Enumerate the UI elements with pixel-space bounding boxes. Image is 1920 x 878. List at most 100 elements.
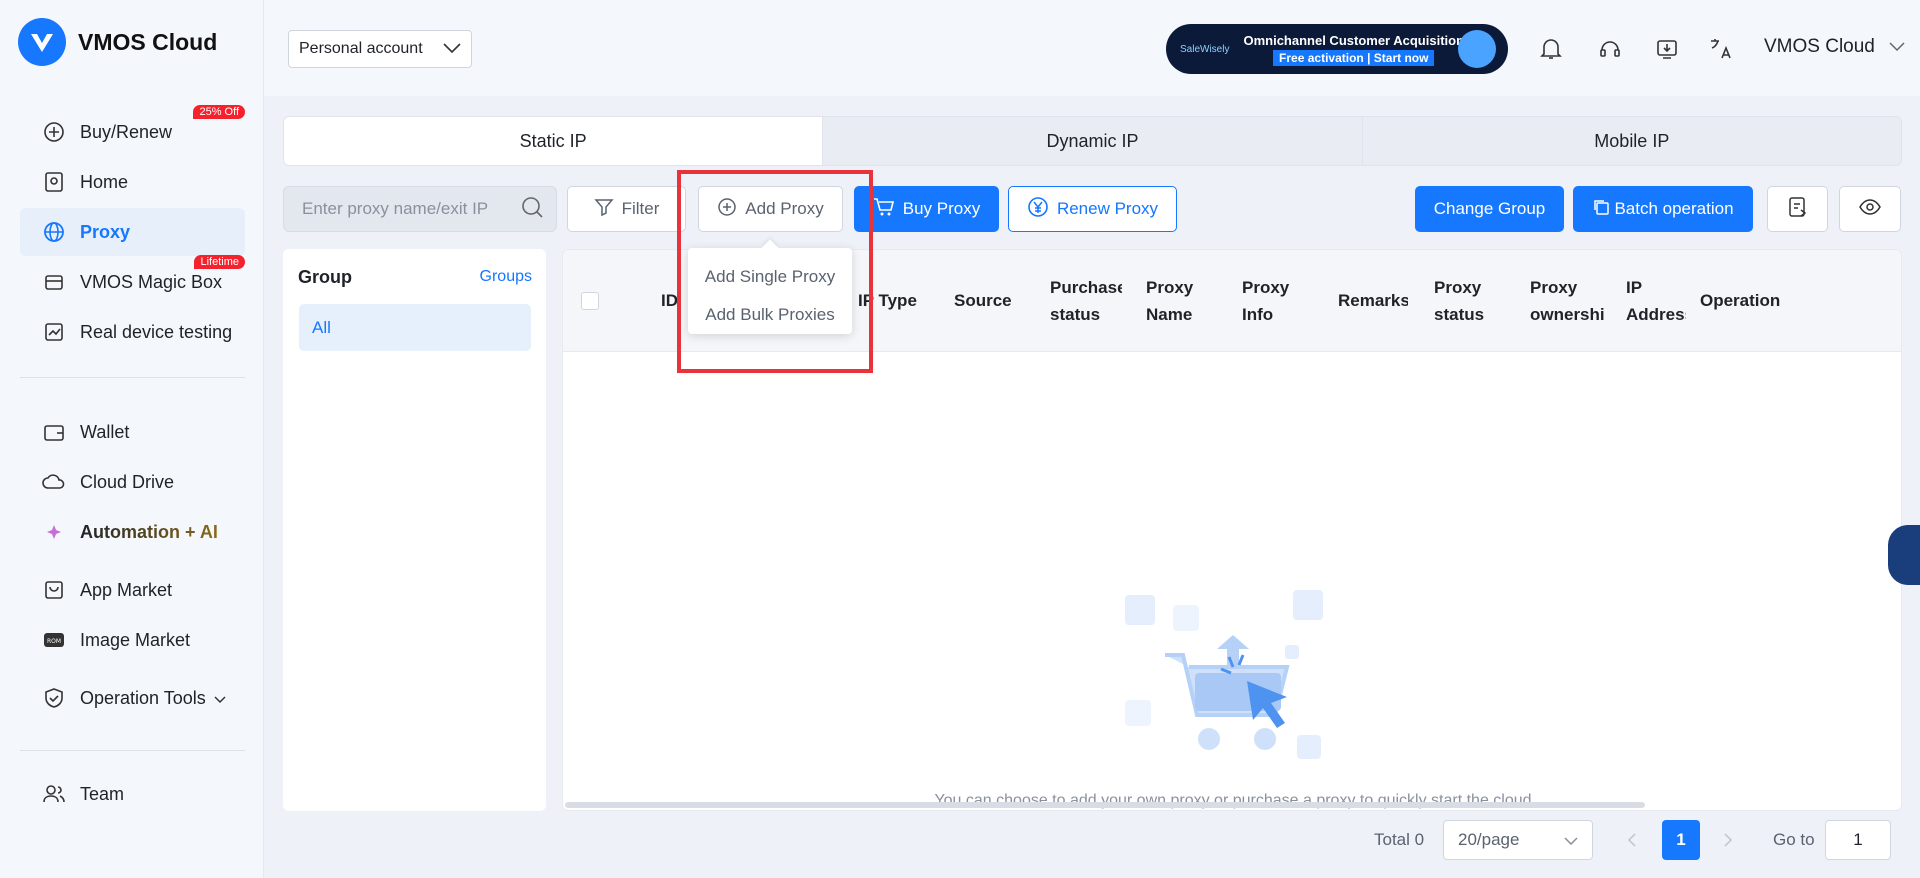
sidebar-item-label: Image Market (80, 629, 191, 650)
sidebar-item-image-market[interactable]: ROM Image Market (20, 616, 245, 664)
user-menu[interactable]: VMOS Cloud (1764, 36, 1905, 58)
col-ip-type: IP Type (858, 291, 917, 311)
filter-icon (593, 197, 614, 222)
batch-operation-button[interactable]: Batch operation (1573, 186, 1753, 232)
pagination-total: Total 0 (1374, 830, 1425, 849)
chart-icon (42, 320, 66, 344)
sidebar-item-proxy[interactable]: Proxy (20, 208, 245, 256)
sidebar-item-label: Team (80, 783, 125, 804)
banner-subtitle: Free activation | Start now (1273, 49, 1435, 66)
groups-link[interactable]: Groups (480, 268, 532, 286)
col-proxy-ownership: Proxy ownership (1530, 277, 1604, 324)
sidebar-item-label: Proxy (80, 221, 131, 242)
sidebar-item-label: Automation + AI (80, 521, 218, 542)
col-remarks: Remarks (1338, 291, 1408, 311)
search-placeholder: Enter proxy name/exit IP (302, 199, 489, 218)
account-select[interactable]: Personal account (288, 30, 472, 68)
sidebar-item-label: Home (80, 171, 129, 192)
sidebar-item-cloud-drive[interactable]: Cloud Drive (20, 458, 245, 506)
plus-circle-icon (717, 197, 737, 222)
sidebar-item-magic-box[interactable]: VMOS Magic Box Lifetime (20, 255, 245, 306)
rom-icon: ROM (42, 628, 66, 652)
brand-name: VMOS Cloud (78, 28, 218, 55)
change-group-button[interactable]: Change Group (1415, 186, 1564, 232)
sidebar-item-label: Cloud Drive (80, 471, 175, 492)
export-button[interactable] (1767, 186, 1828, 232)
sidebar-divider (20, 750, 245, 751)
filter-label: Filter (621, 199, 660, 218)
sidebar-item-label: App Market (80, 579, 173, 600)
page-size-value: 20/page (1458, 830, 1520, 849)
search-icon (520, 195, 544, 224)
page-size-select[interactable]: 20/page (1443, 820, 1593, 860)
translate-icon[interactable] (1706, 34, 1736, 64)
sidebar-item-label: Operation Tools (80, 687, 206, 708)
add-proxy-label: Add Proxy (745, 199, 824, 218)
sidebar-item-label: Real device testing (80, 321, 233, 342)
filter-button[interactable]: Filter (567, 186, 686, 232)
sidebar-item-team[interactable]: Team (20, 770, 245, 818)
assistant-float-icon[interactable] (1888, 525, 1920, 585)
page-number-current[interactable]: 1 (1662, 820, 1700, 860)
download-icon[interactable] (1652, 34, 1682, 64)
renew-proxy-label: Renew Proxy (1056, 199, 1159, 218)
group-item-all[interactable]: All (299, 304, 531, 351)
app-market-icon (42, 578, 66, 602)
tab-static-ip[interactable]: Static IP (284, 117, 824, 165)
shield-icon (42, 686, 66, 710)
add-bulk-proxies-option[interactable]: Add Bulk Proxies (688, 296, 852, 334)
col-ip-address: IP Address (1626, 277, 1686, 324)
search-input[interactable]: Enter proxy name/exit IP (283, 186, 557, 232)
sidebar-item-app-market[interactable]: App Market (20, 566, 245, 614)
headset-icon[interactable] (1595, 34, 1625, 64)
change-group-label: Change Group (1433, 199, 1546, 218)
add-proxy-dropdown: Add Single Proxy Add Bulk Proxies (688, 248, 852, 334)
goto-label: Go to (1773, 830, 1815, 849)
settings-button[interactable] (1839, 186, 1901, 232)
ip-type-tabs: Static IP Dynamic IP Mobile IP (283, 116, 1902, 166)
top-header: Personal account SaleWisely Omnichannel … (264, 0, 1920, 96)
group-panel: Group Groups All (283, 249, 546, 811)
copy-icon (1592, 198, 1610, 221)
sidebar: VMOS Cloud Buy/Renew 25% Off Home Proxy … (0, 0, 264, 878)
empty-state-cart-icon (1125, 585, 1325, 770)
tab-mobile-ip[interactable]: Mobile IP (1363, 117, 1901, 165)
lifetime-badge: Lifetime (194, 255, 245, 269)
select-all-checkbox[interactable] (581, 292, 599, 310)
batch-operation-label: Batch operation (1614, 199, 1734, 218)
promo-banner[interactable]: SaleWisely Omnichannel Customer Acquisit… (1166, 24, 1508, 74)
goto-page-input[interactable]: 1 (1825, 820, 1891, 860)
renew-proxy-button[interactable]: Renew Proxy (1008, 186, 1177, 232)
home-icon (42, 170, 66, 194)
export-icon (1787, 196, 1809, 223)
group-title: Group (298, 267, 352, 287)
buy-proxy-button[interactable]: Buy Proxy (854, 186, 999, 232)
brand[interactable]: VMOS Cloud (18, 18, 217, 66)
discount-badge: 25% Off (193, 105, 245, 119)
add-proxy-button[interactable]: Add Proxy (698, 186, 843, 232)
sidebar-item-label: Buy/Renew (80, 121, 173, 142)
sidebar-item-real-device[interactable]: Real device testing (20, 308, 245, 356)
banner-brand: SaleWisely (1180, 43, 1230, 55)
add-single-proxy-option[interactable]: Add Single Proxy (688, 258, 852, 296)
sidebar-item-operation-tools[interactable]: Operation Tools (20, 674, 245, 722)
chevron-down-icon (1889, 36, 1905, 58)
horizontal-scrollbar[interactable] (565, 802, 1645, 808)
globe-icon (42, 220, 66, 244)
sidebar-item-label: Wallet (80, 421, 130, 442)
chevron-down-icon (443, 40, 461, 58)
chevron-down-icon (214, 688, 226, 709)
sidebar-item-wallet[interactable]: Wallet (20, 408, 245, 456)
sidebar-item-automation[interactable]: Automation + AI (20, 508, 245, 556)
sidebar-item-home[interactable]: Home (20, 158, 245, 206)
col-operation: Operation (1700, 291, 1781, 311)
tab-dynamic-ip[interactable]: Dynamic IP (823, 117, 1363, 165)
sidebar-item-label: VMOS Magic Box (80, 271, 223, 292)
sidebar-item-buy-renew[interactable]: Buy/Renew 25% Off (20, 105, 245, 156)
prev-page-icon[interactable] (1627, 820, 1637, 860)
next-page-icon[interactable] (1723, 820, 1733, 860)
bell-icon[interactable] (1536, 34, 1566, 64)
box-icon (42, 270, 66, 294)
chevron-down-icon (1564, 830, 1578, 850)
col-purchase-status: Purchase status (1050, 277, 1122, 324)
